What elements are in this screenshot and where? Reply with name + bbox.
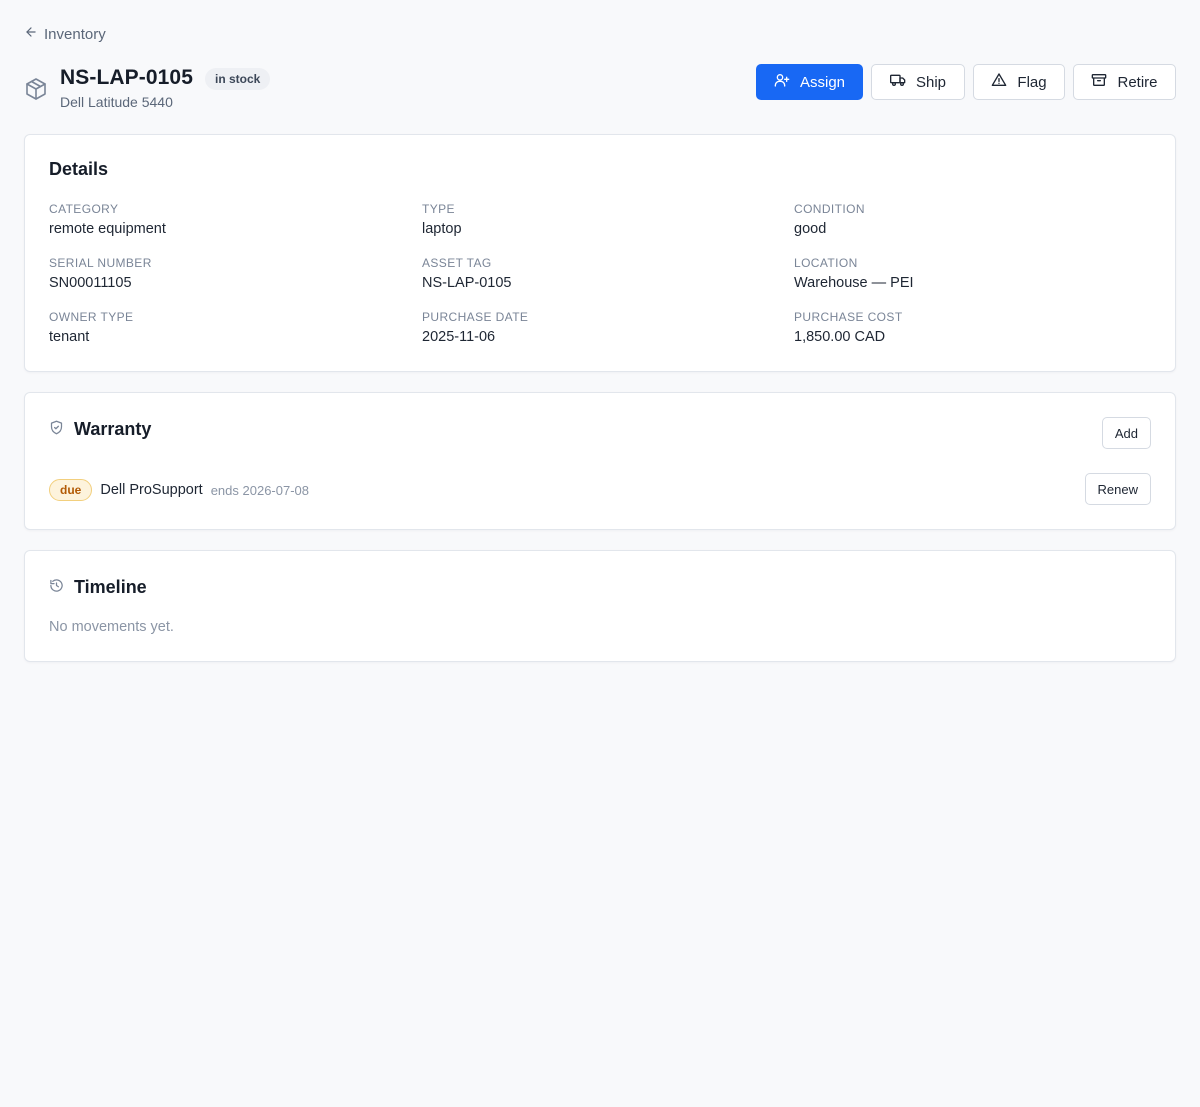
warranty-status-badge: due (49, 479, 93, 501)
assign-button-label: Assign (799, 73, 846, 91)
field-value: Warehouse — PEI (794, 275, 914, 291)
field-value: SN00011105 (49, 275, 132, 291)
assign-button[interactable]: Assign (756, 64, 863, 100)
field-label: OWNER TYPE (49, 310, 134, 324)
warranty-item: due Dell ProSupport ends 2026-07-08 (49, 479, 309, 501)
add-warranty-button[interactable]: Add (1101, 417, 1151, 449)
warranty-name: Dell ProSupport (100, 482, 203, 498)
status-badge: in stock (204, 68, 271, 90)
asset-model: Dell Latitude 5440 (60, 94, 173, 110)
field-condition: CONDITION good (794, 202, 865, 237)
asset-title-block: NS-LAP-0105 in stock Dell Latitude 5440 (60, 64, 271, 110)
field-value: good (794, 221, 827, 237)
field-label: CONDITION (794, 202, 865, 216)
field-purchase-cost: PURCHASE COST 1,850.00 CAD (794, 310, 903, 345)
timeline-title: Timeline (74, 577, 147, 597)
shield-check-icon (49, 420, 64, 440)
warranty-title: Warranty (74, 419, 152, 439)
field-label: PURCHASE COST (794, 310, 903, 324)
field-asset-tag: ASSET TAG NS-LAP-0105 (422, 256, 511, 291)
package-icon (24, 76, 48, 102)
field-purchase-date: PURCHASE DATE 2025-11-06 (422, 310, 528, 345)
retire-button-label: Retire (1117, 73, 1158, 91)
action-toolbar: Assign Ship Flag Retire (756, 64, 1176, 100)
field-label: PURCHASE DATE (422, 310, 529, 324)
timeline-card: Timeline No movements yet. (24, 550, 1176, 662)
ship-button[interactable]: Ship (871, 64, 965, 100)
arrow-left-icon (24, 25, 38, 43)
warranty-end-date: ends 2026-07-08 (210, 482, 310, 498)
back-link-label: Inventory (44, 25, 106, 43)
field-value: NS-LAP-0105 (422, 275, 512, 291)
field-label: TYPE (422, 202, 455, 216)
alert-triangle-icon (991, 72, 1007, 92)
field-location: LOCATION Warehouse — PEI (794, 256, 914, 291)
field-value: remote equipment (49, 221, 166, 237)
field-value: 1,850.00 CAD (794, 329, 886, 345)
retire-button[interactable]: Retire (1073, 64, 1176, 100)
timeline-empty-state: No movements yet. (49, 619, 174, 635)
renew-warranty-button[interactable]: Renew (1084, 473, 1151, 505)
field-value: 2025-11-06 (422, 329, 496, 345)
field-label: ASSET TAG (422, 256, 492, 270)
field-label: SERIAL NUMBER (49, 256, 152, 270)
warranty-header: Warranty (49, 419, 151, 440)
details-title: Details (49, 159, 109, 179)
field-label: LOCATION (794, 256, 858, 270)
asset-header: NS-LAP-0105 in stock Dell Latitude 5440 … (24, 64, 1176, 114)
field-type: TYPE laptop (422, 202, 462, 237)
history-icon (49, 578, 64, 598)
archive-icon (1091, 72, 1107, 92)
field-category: CATEGORY remote equipment (49, 202, 166, 237)
ship-button-label: Ship (915, 73, 947, 91)
field-label: CATEGORY (49, 202, 119, 216)
timeline-header: Timeline (49, 577, 147, 598)
user-plus-icon (774, 72, 790, 92)
warranty-card: Warranty Add due Dell ProSupport ends 20… (24, 392, 1176, 530)
truck-icon (889, 72, 906, 92)
flag-button[interactable]: Flag (973, 64, 1065, 100)
field-value: tenant (49, 329, 90, 345)
field-value: laptop (422, 221, 462, 237)
details-card: Details CATEGORY remote equipment TYPE l… (24, 134, 1176, 372)
back-to-inventory-link[interactable]: Inventory (24, 24, 106, 44)
asset-title: NS-LAP-0105 (60, 66, 193, 89)
field-serial-number: SERIAL NUMBER SN00011105 (49, 256, 152, 291)
flag-button-label: Flag (1017, 73, 1047, 91)
field-owner-type: OWNER TYPE tenant (49, 310, 133, 345)
